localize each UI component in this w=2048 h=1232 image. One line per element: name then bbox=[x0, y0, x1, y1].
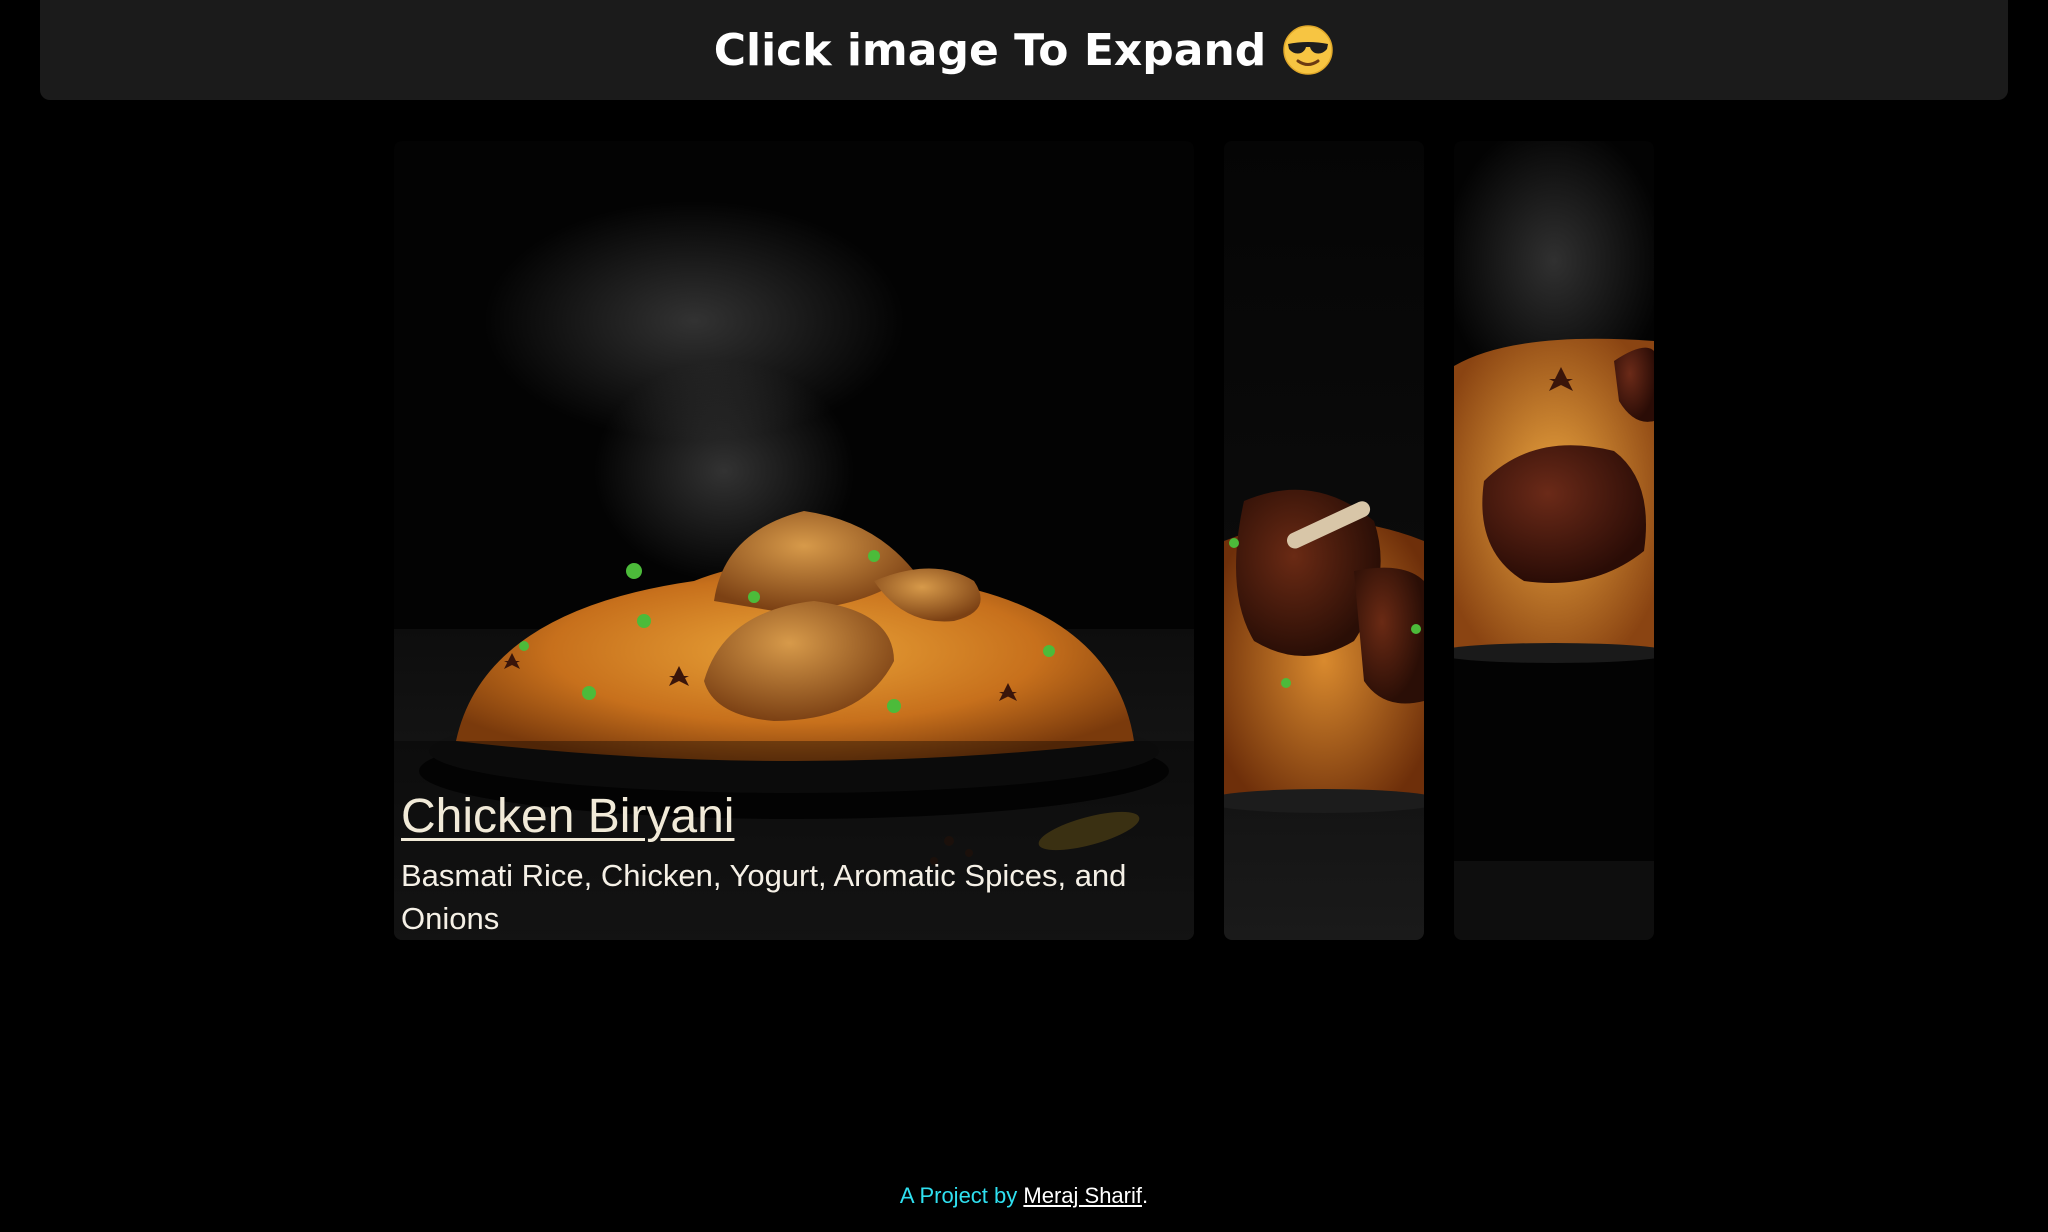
gallery-card-mutton-biryani[interactable] bbox=[1224, 141, 1424, 940]
page-title: Click image To Expand bbox=[714, 24, 1335, 76]
page-footer: A Project by Meraj Sharif. bbox=[0, 1183, 2048, 1209]
card-description: Basmati Rice, Chicken, Yogurt, Aromatic … bbox=[401, 858, 1127, 936]
footer-prefix: A Project by bbox=[899, 1183, 1018, 1208]
gallery-card-beef-biryani[interactable] bbox=[1454, 141, 1654, 940]
mutton-biryani-image bbox=[1224, 141, 1424, 940]
food-gallery: Chicken Biryani Basmati Rice, Chicken, Y… bbox=[394, 141, 1654, 940]
author-link[interactable]: Meraj Sharif bbox=[1023, 1183, 1142, 1208]
page-title-text: Click image To Expand bbox=[713, 24, 1267, 76]
sunglasses-face-icon bbox=[1282, 24, 1334, 76]
card-title-link[interactable]: Chicken Biryani bbox=[401, 789, 1174, 844]
page-header: Click image To Expand bbox=[40, 0, 2008, 100]
footer-suffix: . bbox=[1141, 1183, 1149, 1208]
card-caption: Chicken Biryani Basmati Rice, Chicken, Y… bbox=[401, 789, 1174, 940]
beef-biryani-image bbox=[1454, 141, 1654, 940]
gallery-card-chicken-biryani[interactable]: Chicken Biryani Basmati Rice, Chicken, Y… bbox=[394, 141, 1194, 940]
